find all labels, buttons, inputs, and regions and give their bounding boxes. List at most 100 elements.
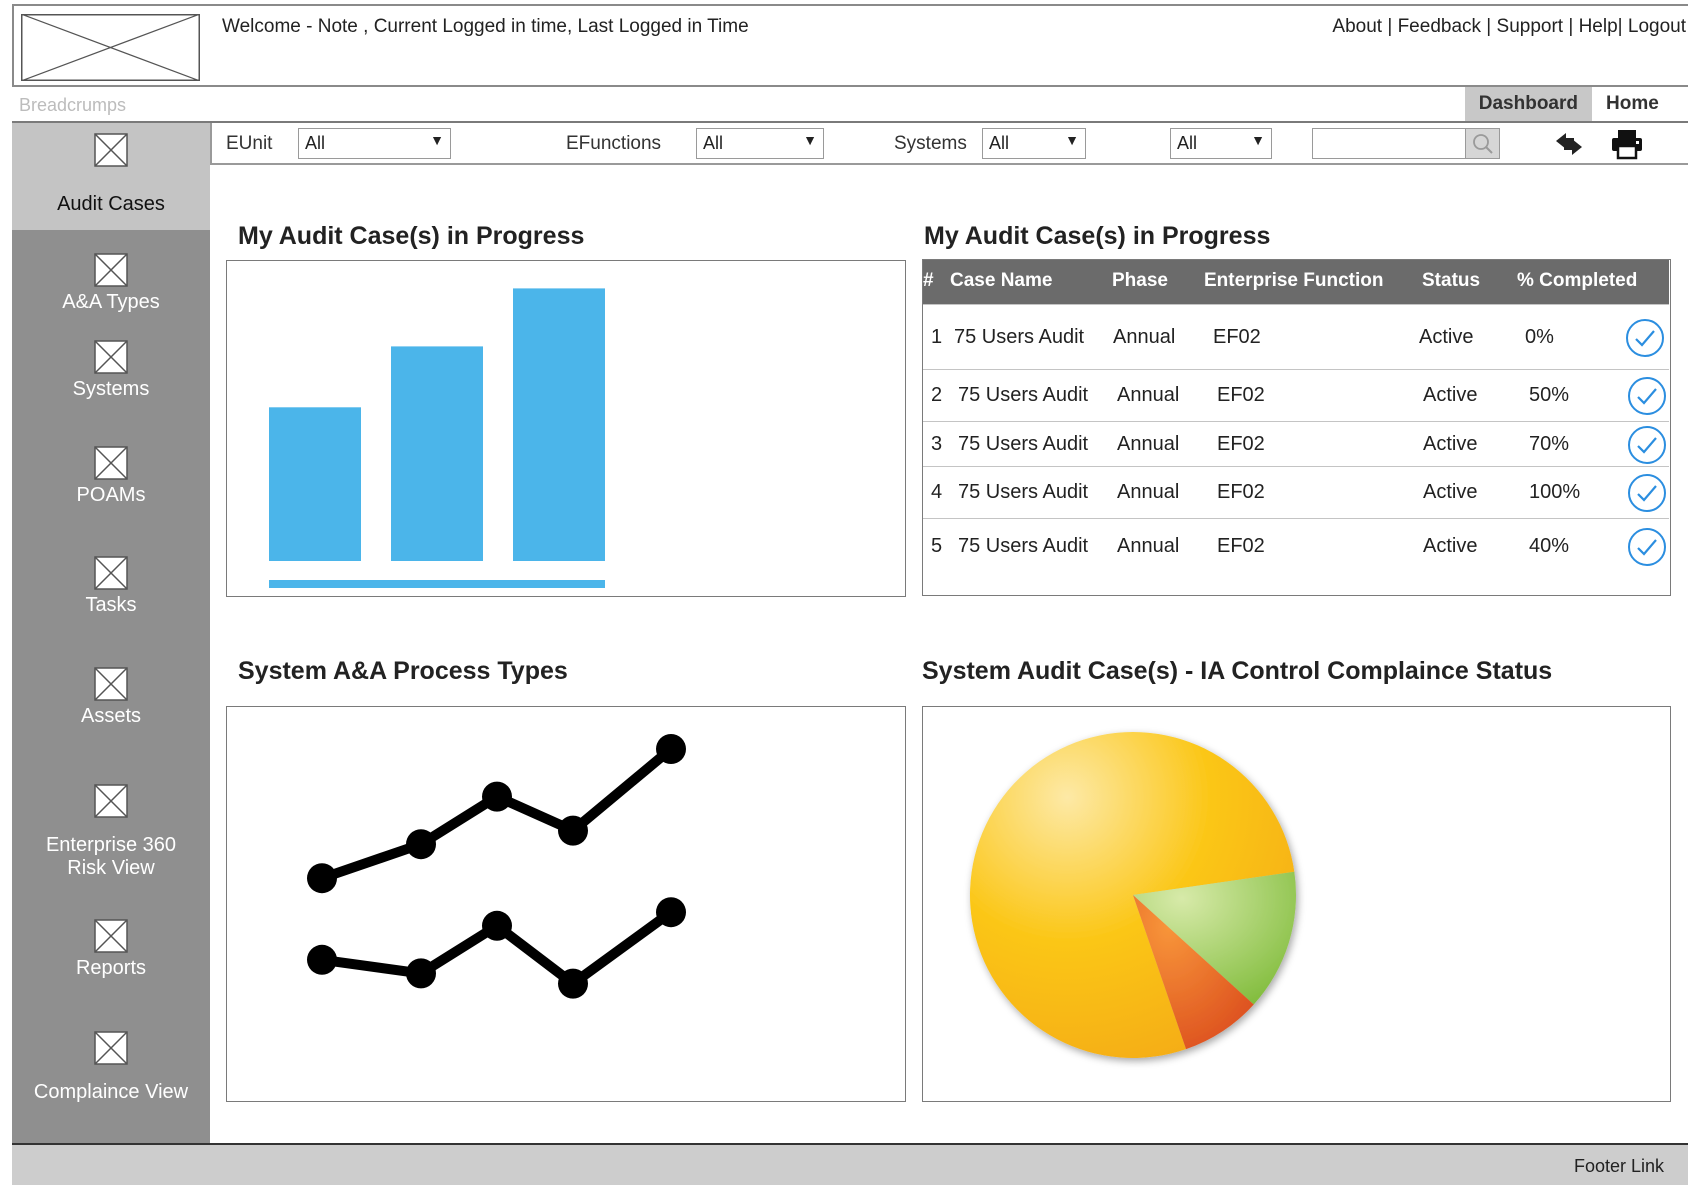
check-circle-icon[interactable] xyxy=(1627,527,1667,567)
dropdown-arrow-icon: ▼ xyxy=(1251,132,1265,148)
printer-icon[interactable] xyxy=(1610,128,1644,160)
search-input[interactable] xyxy=(1312,128,1500,159)
table-title: My Audit Case(s) in Progress xyxy=(924,222,1271,250)
check-circle-icon[interactable] xyxy=(1627,376,1667,416)
table-row[interactable]: 5 75 Users Audit Annual EF02 Active 40% xyxy=(923,518,1669,574)
sidebar-item-label: A&A Types xyxy=(62,291,160,313)
line-chart-title: System A&A Process Types xyxy=(238,657,568,685)
sidebar: Audit Cases A&A Types Systems POAMs Task… xyxy=(12,123,210,1144)
line-chart-panel xyxy=(226,706,906,1102)
tab-strip: Dashboard Home xyxy=(1464,87,1688,121)
systems-value: All xyxy=(989,133,1010,153)
percent-completed-cell: 50% xyxy=(1529,384,1570,406)
bar xyxy=(513,288,605,561)
status-cell: Active xyxy=(1423,481,1478,503)
top-header: Welcome - Note , Current Logged in time,… xyxy=(12,4,1688,87)
footer: Footer Link xyxy=(12,1143,1688,1185)
enterprise-function-cell: EF02 xyxy=(1217,433,1265,455)
sidebar-item-label: Enterprise 360 xyxy=(45,834,177,856)
systems-select[interactable]: All ▼ xyxy=(982,128,1086,159)
table-row[interactable]: 1 75 Users Audit Annual EF02 Active 0% xyxy=(923,304,1669,369)
app-root: Welcome - Note , Current Logged in time,… xyxy=(0,0,1688,1185)
table-row[interactable]: 3 75 Users Audit Annual EF02 Active 70% xyxy=(923,421,1669,466)
column-header[interactable]: Enterprise Function xyxy=(1204,270,1383,292)
sidebar-item-label: Reports xyxy=(75,957,147,979)
support-link[interactable]: Support xyxy=(1497,16,1564,37)
check-circle-icon[interactable] xyxy=(1627,425,1667,465)
table-header: # Case Name Phase Enterprise Function St… xyxy=(923,260,1669,304)
sidebar-item-audit-cases[interactable]: Audit Cases xyxy=(12,123,210,230)
efunctions-value: All xyxy=(703,133,724,153)
dropdown-arrow-icon: ▼ xyxy=(1065,132,1079,148)
bar-chart-title: My Audit Case(s) in Progress xyxy=(238,222,585,250)
phase-cell: Annual xyxy=(1117,384,1180,406)
efunctions-label: EFunctions xyxy=(566,133,662,154)
sidebar-item-complaince-view[interactable]: Complaince View xyxy=(12,1031,210,1104)
line-chart xyxy=(307,734,686,999)
systems-label: Systems xyxy=(894,133,967,154)
breadcrumb[interactable]: Breadcrumps xyxy=(19,95,126,116)
eunit-select[interactable]: All ▼ xyxy=(298,128,451,159)
image-placeholder-icon xyxy=(94,919,128,953)
phase-cell: Annual xyxy=(1117,433,1180,455)
sidebar-item-systems[interactable]: Systems xyxy=(12,340,210,401)
image-placeholder-icon xyxy=(94,253,128,287)
line-point xyxy=(656,897,686,928)
sidebar-item-label-line2: Risk View xyxy=(67,857,155,879)
logo-placeholder-icon xyxy=(21,14,200,81)
column-header[interactable]: Phase xyxy=(1112,270,1168,292)
column-header[interactable]: % Completed xyxy=(1517,270,1637,292)
bar xyxy=(269,407,361,561)
tab-dashboard[interactable]: Dashboard xyxy=(1464,87,1592,121)
enterprise-function-cell: EF02 xyxy=(1217,384,1265,406)
feedback-link[interactable]: Feedback xyxy=(1398,16,1481,37)
search-icon xyxy=(1473,134,1493,154)
image-placeholder-icon xyxy=(94,446,128,480)
table-row[interactable]: 2 75 Users Audit Annual EF02 Active 50% xyxy=(923,369,1669,421)
breadcrumb-bar: Breadcrumps Dashboard Home xyxy=(12,87,1688,123)
help-link[interactable]: Help xyxy=(1579,16,1618,37)
tab-home[interactable]: Home xyxy=(1592,87,1688,121)
refresh-arrows-icon[interactable] xyxy=(1552,127,1586,161)
line-point xyxy=(406,829,436,860)
sidebar-item-assets[interactable]: Assets xyxy=(12,667,210,728)
search-button[interactable] xyxy=(1465,129,1499,158)
sidebar-item-enterprise-360-risk-view[interactable]: Enterprise 360 Risk View xyxy=(12,784,210,880)
check-circle-icon[interactable] xyxy=(1627,473,1667,513)
row-number: 1 xyxy=(931,326,943,348)
column-header[interactable]: Case Name xyxy=(950,270,1052,292)
percent-completed-cell: 70% xyxy=(1529,433,1570,455)
check-circle-icon[interactable] xyxy=(1625,318,1665,358)
sidebar-item-poams[interactable]: POAMs xyxy=(12,446,210,507)
extra-select[interactable]: All ▼ xyxy=(1170,128,1272,159)
phase-cell: Annual xyxy=(1113,326,1176,348)
case-name-cell: 75 Users Audit xyxy=(958,433,1089,455)
sidebar-item-aa-types[interactable]: A&A Types xyxy=(12,253,210,314)
enterprise-function-cell: EF02 xyxy=(1213,326,1261,348)
table-row[interactable]: 4 75 Users Audit Annual EF02 Active 100% xyxy=(923,466,1669,518)
sidebar-item-reports[interactable]: Reports xyxy=(12,919,210,980)
image-placeholder-icon xyxy=(94,667,128,701)
dropdown-arrow-icon: ▼ xyxy=(803,132,817,148)
efunctions-select[interactable]: All ▼ xyxy=(696,128,824,159)
sidebar-item-label: Tasks xyxy=(85,594,137,616)
column-header[interactable]: Status xyxy=(1422,270,1480,292)
line-point xyxy=(482,910,512,941)
footer-link[interactable]: Footer Link xyxy=(1574,1156,1664,1177)
status-cell: Active xyxy=(1423,535,1478,557)
logout-link[interactable]: Logout xyxy=(1628,16,1686,37)
filter-bar: EUnit All ▼ EFunctions All ▼ Systems All… xyxy=(210,123,1688,165)
sidebar-item-label: Complaince View xyxy=(33,1081,189,1103)
sidebar-item-label: Audit Cases xyxy=(57,193,165,215)
about-link[interactable]: About xyxy=(1332,16,1382,37)
row-number: 5 xyxy=(931,535,943,557)
extra-value: All xyxy=(1177,133,1198,153)
bar-chart xyxy=(269,288,605,588)
phase-cell: Annual xyxy=(1117,535,1180,557)
line-point xyxy=(558,968,588,999)
top-links: About | Feedback | Support | Help| Logou… xyxy=(1332,16,1686,37)
line-point xyxy=(307,944,337,975)
sidebar-item-label: Assets xyxy=(80,705,142,727)
sidebar-item-tasks[interactable]: Tasks xyxy=(12,556,210,617)
eunit-label: EUnit xyxy=(226,133,273,154)
